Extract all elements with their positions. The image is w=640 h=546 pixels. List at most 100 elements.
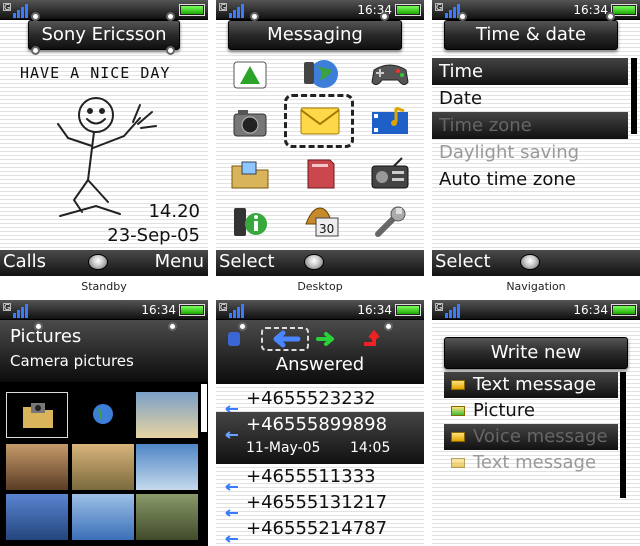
folder-icon[interactable] [228, 156, 272, 192]
menu-item-time[interactable]: Time [432, 58, 628, 85]
incoming-call-icon [224, 525, 238, 543]
signal-icon: G [435, 3, 460, 18]
answered-call-list: +4655523232 +46555899898 11-May-05 14:05… [216, 386, 424, 543]
call-number: +46555899898 [246, 414, 388, 435]
menu-item-auto-time-zone[interactable]: Auto time zone [432, 166, 628, 193]
standby-screen: G Sony Ericsson HAVE A NICE DAY 14.20 23… [0, 0, 208, 276]
media-film-icon[interactable] [368, 104, 412, 140]
call-entry-selected[interactable]: +46555899898 11-May-05 14:05 [216, 412, 424, 464]
menu-title: Time & date [444, 20, 618, 50]
menu-item-date[interactable]: Date [432, 85, 628, 112]
wrench-icon[interactable] [368, 204, 412, 240]
softkey-bar: Select [216, 250, 424, 276]
call-entry[interactable]: +4655511333 [216, 464, 424, 491]
pictures-header: Pictures Camera pictures [0, 320, 208, 382]
signal-icon: G [219, 303, 244, 318]
select-softkey[interactable]: Select [435, 251, 491, 272]
signal-icon: G [3, 303, 28, 318]
photo-thumbnail[interactable] [136, 444, 198, 490]
photo-thumbnail[interactable] [6, 494, 68, 540]
time-date-menu: Time Date Time zone Daylight saving Auto… [432, 58, 628, 193]
menu-item-daylight-saving[interactable]: Daylight saving [432, 139, 628, 166]
phone-info-icon[interactable] [228, 204, 272, 240]
pictures-title: Pictures [10, 326, 82, 347]
battery-icon [179, 4, 205, 16]
softkey-bar: Calls Menu [0, 250, 208, 276]
caption-standby: Standby [81, 280, 127, 293]
incoming-call-icon [224, 421, 238, 439]
write-new-screen: G 16:34 Write new Text message Picture m… [432, 300, 640, 546]
status-bar: G 16:34 [432, 300, 640, 320]
photo-thumbnail[interactable] [136, 392, 198, 438]
camera-icon[interactable] [228, 104, 272, 140]
scrollbar[interactable] [201, 384, 207, 432]
globe-thumbnail[interactable] [72, 392, 134, 438]
call-entry[interactable]: +46555214787 [216, 516, 424, 543]
svg-text:30: 30 [319, 222, 334, 236]
radio-icon[interactable] [368, 156, 412, 192]
clock-date: 23-Sep-05 [107, 225, 200, 246]
envelope-icon[interactable] [298, 102, 342, 142]
pictures-screen: G 16:34 Pictures Camera pictures [0, 300, 208, 546]
calls-softkey[interactable]: Calls [3, 251, 46, 272]
battery-icon [179, 304, 205, 316]
status-time: 16:34 [141, 303, 176, 317]
address-book-icon[interactable] [298, 156, 342, 192]
call-list-title: Answered [275, 354, 365, 375]
play-icon[interactable] [228, 56, 272, 92]
menu-item-voice-message[interactable]: Voice message [444, 424, 618, 450]
select-softkey[interactable]: Select [219, 251, 275, 272]
status-bar: G 16:34 [216, 300, 424, 320]
envelope-icon [451, 380, 465, 390]
photo-thumbnail[interactable] [6, 444, 68, 490]
signal-icon: G [435, 303, 460, 318]
menu-softkey[interactable]: Menu [155, 251, 204, 272]
status-bar: G 16:34 [0, 300, 208, 320]
navigation-key[interactable] [304, 254, 324, 270]
photo-thumbnail[interactable] [72, 494, 134, 540]
menu-item-picture-message[interactable]: Picture message [444, 398, 618, 447]
picture-thumbnail-grid [0, 382, 208, 546]
desktop-title: Messaging [228, 20, 402, 50]
gamepad-icon[interactable] [368, 56, 412, 92]
menu-item-text-message[interactable]: Text message [444, 372, 618, 398]
call-entry[interactable]: +4655523232 [216, 386, 424, 413]
scrollbar[interactable] [620, 372, 626, 498]
status-time: 16:34 [573, 303, 608, 317]
operator-name: Sony Ericsson [28, 20, 180, 50]
incoming-call-icon [224, 473, 238, 491]
folder-thumbnail[interactable] [6, 392, 68, 438]
photo-thumbnail[interactable] [72, 444, 134, 490]
battery-icon [395, 304, 421, 316]
navigation-key[interactable] [520, 254, 540, 270]
alarm-calendar-icon[interactable]: 30 [298, 204, 342, 240]
battery-icon [611, 4, 637, 16]
signal-icon: G [219, 3, 244, 18]
caption-desktop: Desktop [297, 280, 343, 293]
menu-item-text-message-2[interactable]: Text message [444, 450, 618, 476]
scrollbar[interactable] [631, 58, 637, 134]
globe-phone-icon[interactable] [298, 56, 342, 92]
caption-navigation: Navigation [506, 280, 566, 293]
standby-clock: 14.20 23-Sep-05 [107, 200, 200, 248]
status-time: 16:34 [357, 303, 392, 317]
call-time: 14:05 [350, 440, 391, 456]
desktop-screen: G 16:34 Messaging 30 Select [216, 0, 424, 276]
envelope-icon [451, 458, 465, 468]
status-bar: G 16:34 [216, 0, 424, 20]
photo-thumbnail[interactable] [136, 494, 198, 540]
battery-icon [395, 4, 421, 16]
status-time: 16:34 [573, 3, 608, 17]
softkey-bar: Select [432, 250, 640, 276]
write-new-title: Write new [444, 337, 628, 369]
call-entry[interactable]: +46555131217 [216, 490, 424, 517]
write-new-menu: Text message Picture message Voice messa… [444, 372, 618, 476]
call-date: 11-May-05 [246, 440, 321, 456]
call-list-screen: G 16:34 Answered +4655523232 +4655589989… [216, 300, 424, 546]
navigation-key[interactable] [88, 254, 108, 270]
pictures-subtitle: Camera pictures [10, 352, 134, 370]
picture-message-icon [451, 406, 465, 416]
voice-message-icon [451, 432, 465, 442]
menu-item-time-zone[interactable]: Time zone [432, 112, 628, 139]
signal-icon: G [3, 3, 28, 18]
